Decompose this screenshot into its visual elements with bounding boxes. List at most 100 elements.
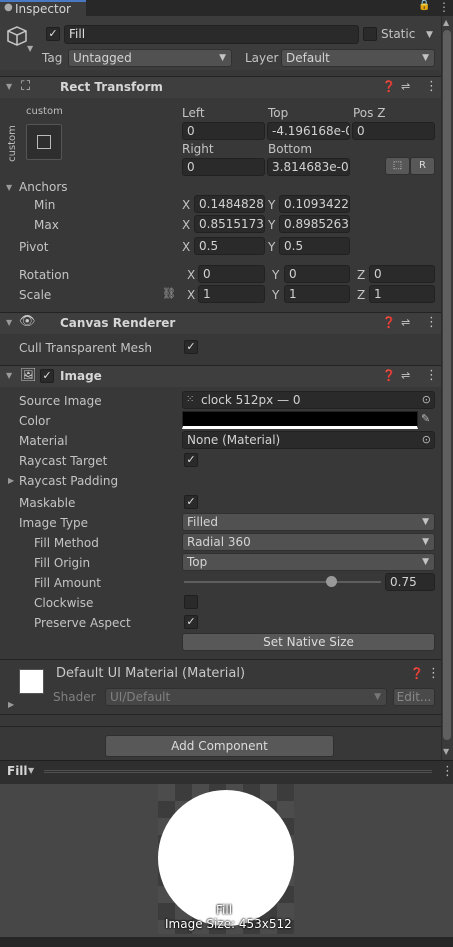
pivot-x-label: X bbox=[182, 240, 191, 254]
icon-dropdown-arrow[interactable]: ▼ bbox=[27, 44, 33, 53]
sprite-icon: ⁙ bbox=[186, 394, 195, 405]
source-image-label: Source Image bbox=[19, 394, 102, 408]
raycast-padding-foldout-icon[interactable]: ▶ bbox=[8, 476, 14, 485]
component-menu-icon[interactable]: ⋮ bbox=[425, 79, 438, 94]
section-separator bbox=[0, 714, 441, 715]
scroll-up-arrow-icon[interactable]: ▲ bbox=[443, 18, 449, 27]
scale-z-field[interactable]: 1 bbox=[369, 285, 435, 303]
right-field[interactable]: 0 bbox=[182, 158, 265, 176]
color-field[interactable] bbox=[182, 411, 418, 429]
clockwise-label: Clockwise bbox=[34, 596, 94, 610]
rot-x-label: X bbox=[187, 268, 196, 282]
layer-dropdown[interactable]: Default ▼ bbox=[281, 49, 435, 67]
constrain-proportions-icon[interactable]: ⛓ bbox=[162, 287, 176, 300]
max-label: Max bbox=[34, 218, 59, 232]
fill-origin-dropdown[interactable]: Top ▼ bbox=[182, 553, 435, 571]
foldout-arrow-icon[interactable]: ▼ bbox=[6, 318, 12, 327]
rot-z-field[interactable]: 0 bbox=[369, 265, 435, 283]
min-x-field[interactable]: 0.1484828 bbox=[194, 195, 265, 213]
material-foldout-icon[interactable]: ▶ bbox=[8, 700, 14, 709]
chevron-down-icon: ▼ bbox=[422, 557, 429, 567]
cull-transparent-mesh-checkbox[interactable]: ✓ bbox=[184, 340, 198, 354]
scale-y-field[interactable]: 1 bbox=[284, 285, 350, 303]
static-dropdown-arrow[interactable]: ▼ bbox=[426, 30, 433, 40]
bottom-field[interactable]: 3.814683e-0( bbox=[267, 158, 350, 176]
image-enabled-checkbox[interactable]: ✓ bbox=[40, 369, 54, 383]
add-component-button[interactable]: Add Component bbox=[105, 735, 334, 757]
foldout-arrow-icon[interactable]: ▼ bbox=[6, 82, 12, 91]
layer-label: Layer bbox=[245, 51, 279, 65]
shader-dropdown[interactable]: UI/Default ▼ bbox=[105, 688, 387, 706]
rot-y-field[interactable]: 0 bbox=[284, 265, 350, 283]
posz-field[interactable]: 0 bbox=[352, 122, 435, 140]
presets-icon[interactable]: ⇌ bbox=[401, 316, 410, 329]
maskable-checkbox[interactable]: ✓ bbox=[184, 495, 198, 509]
material-field[interactable]: None (Material) ⊙ bbox=[182, 431, 435, 449]
tag-dropdown[interactable]: Untagged ▼ bbox=[68, 49, 232, 67]
max-x-label: X bbox=[182, 218, 191, 232]
active-toggle[interactable]: ✓ bbox=[46, 27, 60, 41]
left-field[interactable]: 0 bbox=[182, 122, 265, 140]
image-type-dropdown[interactable]: Filled ▼ bbox=[182, 513, 435, 531]
set-native-size-button[interactable]: Set Native Size bbox=[182, 633, 435, 651]
preview-object-name: Fill bbox=[216, 903, 233, 917]
fill-method-dropdown[interactable]: Radial 360 ▼ bbox=[182, 533, 435, 551]
min-y-field[interactable]: 0.1093422 bbox=[279, 195, 350, 213]
rot-x-field[interactable]: 0 bbox=[198, 265, 265, 283]
section-separator bbox=[0, 726, 441, 727]
eyedropper-icon[interactable]: ✎ bbox=[421, 412, 430, 425]
scale-x-field[interactable]: 1 bbox=[198, 285, 265, 303]
fill-method-value: Radial 360 bbox=[187, 535, 251, 549]
foldout-arrow-icon[interactable]: ▼ bbox=[6, 371, 12, 380]
fill-amount-slider-track[interactable] bbox=[184, 581, 381, 583]
scale-label: Scale bbox=[19, 288, 52, 302]
presets-icon[interactable]: ⇌ bbox=[401, 80, 410, 93]
scale-y-label: Y bbox=[272, 288, 280, 302]
fill-amount-slider-thumb[interactable] bbox=[326, 576, 338, 587]
component-menu-icon[interactable]: ⋮ bbox=[425, 315, 438, 330]
anchor-presets-button[interactable] bbox=[26, 124, 62, 160]
top-field[interactable]: -4.196168e-0 bbox=[267, 122, 350, 140]
preview-drag-handle[interactable] bbox=[44, 770, 432, 773]
raycast-padding-label[interactable]: Raycast Padding bbox=[19, 474, 118, 488]
blueprint-mode-button[interactable]: ⬚ bbox=[385, 157, 410, 175]
preview-menu-icon[interactable]: ⋮ bbox=[441, 764, 453, 779]
help-icon[interactable]: ❓ bbox=[410, 667, 424, 680]
max-x-field[interactable]: 0.8515173 bbox=[194, 215, 265, 233]
clockwise-checkbox[interactable] bbox=[184, 595, 198, 609]
lock-icon[interactable]: 🔒 bbox=[418, 0, 430, 11]
help-icon[interactable]: ❓ bbox=[382, 80, 396, 93]
scroll-down-arrow-icon[interactable]: ▼ bbox=[443, 747, 449, 756]
scrollbar-thumb[interactable] bbox=[443, 30, 451, 740]
raw-edit-button[interactable]: R bbox=[410, 157, 435, 175]
help-icon[interactable]: ❓ bbox=[382, 369, 396, 382]
help-icon[interactable]: ❓ bbox=[382, 316, 396, 329]
anchors-foldout-icon[interactable]: ▼ bbox=[6, 183, 12, 192]
static-toggle[interactable] bbox=[363, 27, 377, 41]
pivot-y-field[interactable]: 0.5 bbox=[279, 237, 350, 255]
fill-amount-field[interactable]: 0.75 bbox=[385, 573, 435, 591]
min-label: Min bbox=[34, 198, 56, 212]
tab-inspector[interactable]: ● Inspector bbox=[0, 0, 86, 16]
component-menu-icon[interactable]: ⋮ bbox=[425, 368, 438, 383]
shader-label: Shader bbox=[53, 690, 96, 704]
kebab-menu-icon[interactable]: ⋮ bbox=[438, 0, 450, 14]
source-image-field[interactable]: ⁙ clock 512px — 0 ⊙ bbox=[182, 391, 435, 409]
pivot-x-field[interactable]: 0.5 bbox=[194, 237, 265, 255]
rect-transform-icon: ⛶ bbox=[21, 79, 31, 94]
preview-dropdown[interactable]: Fill ▼ bbox=[2, 763, 38, 781]
preview-image-size: Image Size: 453x512 bbox=[165, 917, 292, 931]
image-type-label: Image Type bbox=[19, 516, 88, 530]
bottom-bar bbox=[0, 937, 453, 947]
max-y-field[interactable]: 0.8985263 bbox=[279, 215, 350, 233]
object-picker-icon[interactable]: ⊙ bbox=[422, 432, 431, 448]
object-picker-icon[interactable]: ⊙ bbox=[422, 392, 431, 408]
shader-edit-button[interactable]: Edit... bbox=[393, 688, 435, 706]
preserve-aspect-checkbox[interactable]: ✓ bbox=[184, 615, 198, 629]
rot-z-label: Z bbox=[357, 268, 366, 282]
component-menu-icon[interactable]: ⋮ bbox=[427, 666, 440, 681]
raycast-target-checkbox[interactable]: ✓ bbox=[184, 453, 198, 467]
min-x-label: X bbox=[182, 198, 191, 212]
name-field[interactable]: Fill bbox=[64, 25, 359, 44]
presets-icon[interactable]: ⇌ bbox=[401, 369, 410, 382]
